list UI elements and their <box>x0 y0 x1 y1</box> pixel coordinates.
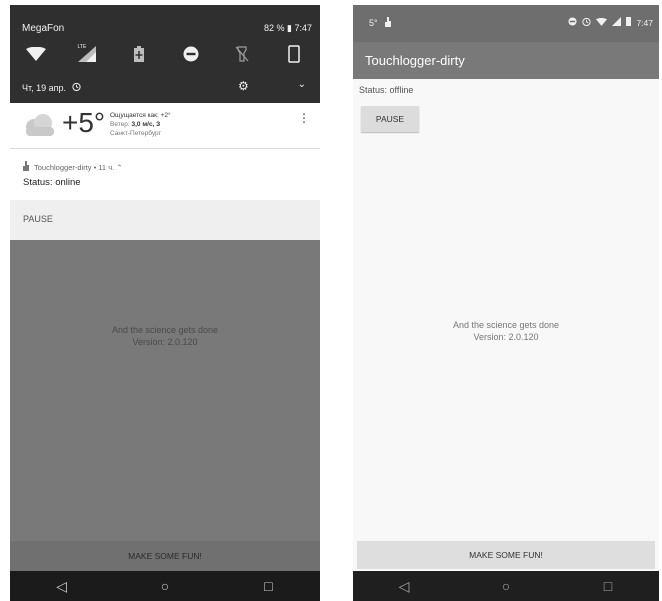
wifi-icon[interactable] <box>24 43 48 65</box>
make-some-fun-button[interactable]: MAKE SOME FUN! <box>10 541 320 571</box>
pause-button[interactable]: PAUSE <box>361 106 419 132</box>
alarm-icon <box>582 17 592 28</box>
do-not-disturb-icon[interactable] <box>179 43 203 65</box>
quick-settings-date: Чт, 19 апр. <box>22 82 81 93</box>
back-icon[interactable]: ◁ <box>389 578 419 595</box>
back-icon[interactable]: ◁ <box>47 578 77 595</box>
status-left: 5° <box>369 17 392 29</box>
notification-status: Status: online <box>23 177 81 188</box>
weather-card[interactable]: +5° Ощущается как: +2° Ветер: 3,0 м/с, З… <box>10 103 320 149</box>
weather-temperature: +5° <box>62 107 106 138</box>
battery-time-indicator: 82 % ▮ 7:47 <box>264 23 312 34</box>
alarm-icon <box>72 82 81 93</box>
app-toolbar: Touchlogger-dirty <box>353 42 659 79</box>
left-phone-screen: MegaFon 82 % ▮ 7:47 LTE Чт, 19 апр. ⚙ ⌄ … <box>10 5 320 601</box>
status-right: 7:47 <box>568 17 653 28</box>
cellular-icon <box>612 17 622 28</box>
recents-icon[interactable]: □ <box>253 578 283 594</box>
flashlight-off-icon[interactable] <box>230 43 254 65</box>
version-line: Version: 2.0.120 <box>132 337 198 347</box>
app-notification[interactable]: Touchlogger-dirty • 11 ч. ⌃ Status: onli… <box>10 149 320 200</box>
cellular-lte-icon[interactable]: LTE <box>75 43 99 65</box>
more-options-icon[interactable]: ⋮ <box>298 111 310 125</box>
status-bar: 5° 7:47 <box>353 5 659 42</box>
battery-saver-icon[interactable] <box>127 43 151 65</box>
weather-wind: Ветер: 3,0 м/с, З <box>110 120 171 129</box>
science-message: And the science gets done Version: 2.0.1… <box>10 324 320 348</box>
touch-hand-icon <box>384 17 392 29</box>
wifi-icon <box>596 17 608 28</box>
home-icon[interactable]: ○ <box>491 578 521 594</box>
notification-pause-action[interactable]: PAUSE <box>10 200 320 240</box>
dimmed-app-background: And the science gets done Version: 2.0.1… <box>10 240 320 541</box>
notification-header: Touchlogger-dirty • 11 ч. ⌃ <box>22 161 123 173</box>
quick-settings-tiles: LTE <box>10 41 320 67</box>
home-icon[interactable]: ○ <box>150 578 180 594</box>
right-phone-screen: 5° 7:47 Touchlogger-dirty Status: offlin… <box>353 5 659 601</box>
battery-time-text: 82 % ▮ 7:47 <box>264 23 312 33</box>
expand-chevron-icon[interactable]: ⌄ <box>298 79 306 90</box>
make-some-fun-button[interactable]: MAKE SOME FUN! <box>357 541 655 569</box>
weather-city: Санкт-Петербург <box>110 130 161 137</box>
pause-label: PAUSE <box>23 214 53 224</box>
connection-status: Status: offline <box>359 85 414 95</box>
navigation-bar: ◁ ○ □ <box>10 571 320 601</box>
app-title: Touchlogger-dirty <box>365 53 465 68</box>
version-line: Version: 2.0.120 <box>473 332 539 342</box>
touch-hand-icon <box>22 161 30 173</box>
settings-gear-icon[interactable]: ⚙ <box>238 79 249 93</box>
notification-app-name: Touchlogger-dirty • 11 ч. ⌃ <box>34 162 123 172</box>
quick-settings-panel: MegaFon 82 % ▮ 7:47 LTE Чт, 19 апр. ⚙ ⌄ <box>10 5 320 103</box>
do-not-disturb-icon <box>568 17 578 28</box>
wind-label: Ветер: <box>110 121 132 128</box>
wind-value: 3,0 м/с, З <box>131 121 161 128</box>
weather-details: Ощущается как: +2° Ветер: 3,0 м/с, З Сан… <box>110 111 171 138</box>
science-message: And the science gets done Version: 2.0.1… <box>353 319 659 343</box>
status-temperature: 5° <box>369 18 378 28</box>
navigation-bar: ◁ ○ □ <box>353 571 659 601</box>
carrier-name: MegaFon <box>22 23 65 34</box>
recents-icon[interactable]: □ <box>593 578 623 594</box>
rotate-icon[interactable] <box>282 43 306 65</box>
date-text: Чт, 19 апр. <box>22 82 67 93</box>
weather-feels-like: Ощущается как: +2° <box>110 112 171 119</box>
lte-badge: LTE <box>77 44 87 50</box>
battery-icon <box>626 17 632 28</box>
science-line: And the science gets done <box>452 320 560 330</box>
science-line: And the science gets done <box>111 325 219 335</box>
cloud-icon <box>22 113 56 142</box>
status-time: 7:47 <box>636 17 653 28</box>
